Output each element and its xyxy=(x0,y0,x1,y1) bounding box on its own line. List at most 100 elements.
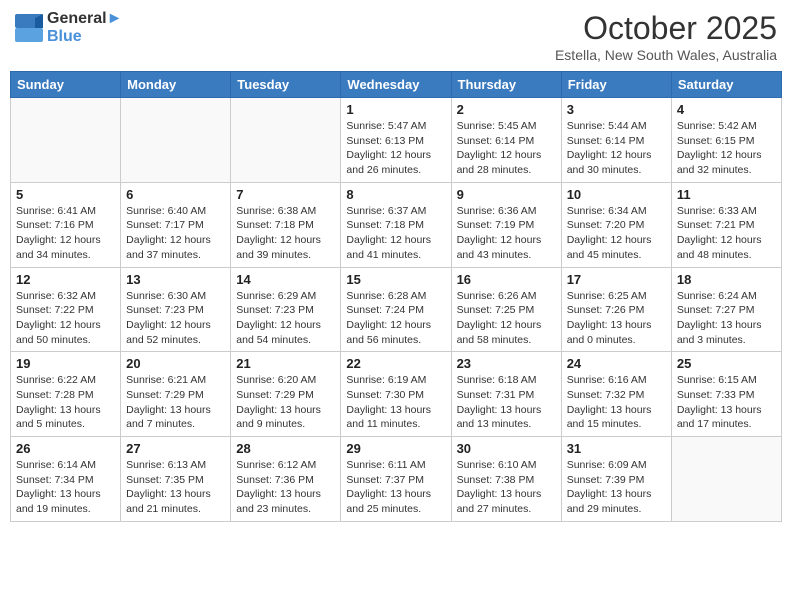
location-subtitle: Estella, New South Wales, Australia xyxy=(555,47,777,63)
calendar-cell: 27Sunrise: 6:13 AM Sunset: 7:35 PM Dayli… xyxy=(121,437,231,522)
day-info: Sunrise: 6:38 AM Sunset: 7:18 PM Dayligh… xyxy=(236,204,335,263)
week-row-3: 12 Sunrise: 6:32 AM Sunset: 7:22 PM Dayli… xyxy=(11,267,782,352)
day-number: 30 xyxy=(457,441,556,456)
day-info: Sunrise: 6:14 AM Sunset: 7:34 PM Dayligh… xyxy=(16,458,115,517)
weekday-header-wednesday: Wednesday xyxy=(341,72,451,98)
calendar-cell: 5 Sunrise: 6:41 AM Sunset: 7:16 PM Daylig… xyxy=(11,182,121,267)
day-number: 18 xyxy=(677,272,776,287)
week-row-4: 19Sunrise: 6:22 AM Sunset: 7:28 PM Dayli… xyxy=(11,352,782,437)
calendar-cell: 26 Sunrise: 6:14 AM Sunset: 7:34 PM Dayli… xyxy=(11,437,121,522)
day-info: Sunrise: 5:47 AM Sunset: 6:13 PM Dayligh… xyxy=(346,119,445,178)
page-header: General► Blue October 2025 Estella, New … xyxy=(10,10,782,63)
calendar-cell: 14Sunrise: 6:29 AM Sunset: 7:23 PM Dayli… xyxy=(231,267,341,352)
day-info: Sunrise: 6:24 AM Sunset: 7:27 PM Dayligh… xyxy=(677,289,776,348)
calendar-cell: 16 Sunrise: 6:26 AM Sunset: 7:25 PM Dayli… xyxy=(451,267,561,352)
day-info: Sunrise: 6:21 AM Sunset: 7:29 PM Dayligh… xyxy=(126,373,225,432)
day-number: 5 xyxy=(16,187,115,202)
day-number: 26 xyxy=(16,441,115,456)
calendar-cell: 4 Sunrise: 5:42 AM Sunset: 6:15 PM Daylig… xyxy=(671,98,781,183)
day-info: Sunrise: 6:10 AM Sunset: 7:38 PM Dayligh… xyxy=(457,458,556,517)
calendar-cell: 30 Sunrise: 6:10 AM Sunset: 7:38 PM Dayli… xyxy=(451,437,561,522)
day-info: Sunrise: 6:18 AM Sunset: 7:31 PM Dayligh… xyxy=(457,373,556,432)
calendar-cell: 13 Sunrise: 6:30 AM Sunset: 7:23 PM Dayli… xyxy=(121,267,231,352)
weekday-header-friday: Friday xyxy=(561,72,671,98)
day-info: Sunrise: 5:42 AM Sunset: 6:15 PM Dayligh… xyxy=(677,119,776,178)
day-number: 25 xyxy=(677,356,776,371)
day-info: Sunrise: 6:33 AM Sunset: 7:21 PM Dayligh… xyxy=(677,204,776,263)
calendar-cell xyxy=(11,98,121,183)
day-number: 19 xyxy=(16,356,115,371)
calendar-cell: 15Sunrise: 6:28 AM Sunset: 7:24 PM Dayli… xyxy=(341,267,451,352)
day-number: 13 xyxy=(126,272,225,287)
day-number: 23 xyxy=(457,356,556,371)
calendar-cell xyxy=(121,98,231,183)
day-number: 17 xyxy=(567,272,666,287)
logo-icon xyxy=(15,14,43,42)
calendar-cell: 28 Sunrise: 6:12 AM Sunset: 7:36 PM Dayli… xyxy=(231,437,341,522)
day-info: Sunrise: 6:13 AM Sunset: 7:35 PM Dayligh… xyxy=(126,458,225,517)
day-number: 1 xyxy=(346,102,445,117)
calendar-cell: 2Sunrise: 5:45 AM Sunset: 6:14 PM Daylig… xyxy=(451,98,561,183)
calendar-table: SundayMondayTuesdayWednesdayThursdayFrid… xyxy=(10,71,782,522)
day-info: Sunrise: 6:19 AM Sunset: 7:30 PM Dayligh… xyxy=(346,373,445,432)
day-number: 29 xyxy=(346,441,445,456)
day-number: 31 xyxy=(567,441,666,456)
calendar-cell: 24 Sunrise: 6:16 AM Sunset: 7:32 PM Dayli… xyxy=(561,352,671,437)
day-number: 4 xyxy=(677,102,776,117)
day-number: 16 xyxy=(457,272,556,287)
logo: General► Blue xyxy=(15,10,122,46)
day-info: Sunrise: 6:20 AM Sunset: 7:29 PM Dayligh… xyxy=(236,373,335,432)
day-info: Sunrise: 6:09 AM Sunset: 7:39 PM Dayligh… xyxy=(567,458,666,517)
calendar-cell: 23 Sunrise: 6:18 AM Sunset: 7:31 PM Dayli… xyxy=(451,352,561,437)
day-number: 8 xyxy=(346,187,445,202)
day-info: Sunrise: 5:44 AM Sunset: 6:14 PM Dayligh… xyxy=(567,119,666,178)
day-info: Sunrise: 6:12 AM Sunset: 7:36 PM Dayligh… xyxy=(236,458,335,517)
day-info: Sunrise: 6:32 AM Sunset: 7:22 PM Dayligh… xyxy=(16,289,115,348)
calendar-cell: 17 Sunrise: 6:25 AM Sunset: 7:26 PM Dayli… xyxy=(561,267,671,352)
day-info: Sunrise: 6:36 AM Sunset: 7:19 PM Dayligh… xyxy=(457,204,556,263)
day-info: Sunrise: 6:41 AM Sunset: 7:16 PM Dayligh… xyxy=(16,204,115,263)
month-title: October 2025 xyxy=(555,10,777,47)
calendar-cell: 9Sunrise: 6:36 AM Sunset: 7:19 PM Daylig… xyxy=(451,182,561,267)
day-number: 3 xyxy=(567,102,666,117)
calendar-cell: 1 Sunrise: 5:47 AM Sunset: 6:13 PM Daylig… xyxy=(341,98,451,183)
day-number: 24 xyxy=(567,356,666,371)
week-row-1: 1 Sunrise: 5:47 AM Sunset: 6:13 PM Daylig… xyxy=(11,98,782,183)
day-number: 20 xyxy=(126,356,225,371)
calendar-cell: 22 Sunrise: 6:19 AM Sunset: 7:30 PM Dayli… xyxy=(341,352,451,437)
day-number: 22 xyxy=(346,356,445,371)
calendar-cell xyxy=(231,98,341,183)
weekday-header-row: SundayMondayTuesdayWednesdayThursdayFrid… xyxy=(11,72,782,98)
calendar-cell: 10Sunrise: 6:34 AM Sunset: 7:20 PM Dayli… xyxy=(561,182,671,267)
week-row-5: 26 Sunrise: 6:14 AM Sunset: 7:34 PM Dayli… xyxy=(11,437,782,522)
day-info: Sunrise: 6:40 AM Sunset: 7:17 PM Dayligh… xyxy=(126,204,225,263)
day-number: 28 xyxy=(236,441,335,456)
day-number: 21 xyxy=(236,356,335,371)
day-info: Sunrise: 6:26 AM Sunset: 7:25 PM Dayligh… xyxy=(457,289,556,348)
week-row-2: 5 Sunrise: 6:41 AM Sunset: 7:16 PM Daylig… xyxy=(11,182,782,267)
day-info: Sunrise: 6:16 AM Sunset: 7:32 PM Dayligh… xyxy=(567,373,666,432)
calendar-cell: 6Sunrise: 6:40 AM Sunset: 7:17 PM Daylig… xyxy=(121,182,231,267)
calendar-cell: 3 Sunrise: 5:44 AM Sunset: 6:14 PM Daylig… xyxy=(561,98,671,183)
day-number: 11 xyxy=(677,187,776,202)
weekday-header-thursday: Thursday xyxy=(451,72,561,98)
day-number: 2 xyxy=(457,102,556,117)
day-info: Sunrise: 6:25 AM Sunset: 7:26 PM Dayligh… xyxy=(567,289,666,348)
day-info: Sunrise: 6:30 AM Sunset: 7:23 PM Dayligh… xyxy=(126,289,225,348)
day-number: 7 xyxy=(236,187,335,202)
calendar-cell: 20 Sunrise: 6:21 AM Sunset: 7:29 PM Dayli… xyxy=(121,352,231,437)
day-info: Sunrise: 6:29 AM Sunset: 7:23 PM Dayligh… xyxy=(236,289,335,348)
calendar-cell: 8 Sunrise: 6:37 AM Sunset: 7:18 PM Daylig… xyxy=(341,182,451,267)
weekday-header-tuesday: Tuesday xyxy=(231,72,341,98)
calendar-cell: 29Sunrise: 6:11 AM Sunset: 7:37 PM Dayli… xyxy=(341,437,451,522)
calendar-cell: 31 Sunrise: 6:09 AM Sunset: 7:39 PM Dayli… xyxy=(561,437,671,522)
logo-text: General► Blue xyxy=(47,10,122,46)
day-info: Sunrise: 6:37 AM Sunset: 7:18 PM Dayligh… xyxy=(346,204,445,263)
weekday-header-saturday: Saturday xyxy=(671,72,781,98)
calendar-cell: 21 Sunrise: 6:20 AM Sunset: 7:29 PM Dayli… xyxy=(231,352,341,437)
day-info: Sunrise: 6:15 AM Sunset: 7:33 PM Dayligh… xyxy=(677,373,776,432)
calendar-cell: 19Sunrise: 6:22 AM Sunset: 7:28 PM Dayli… xyxy=(11,352,121,437)
day-number: 15 xyxy=(346,272,445,287)
weekday-header-sunday: Sunday xyxy=(11,72,121,98)
day-number: 12 xyxy=(16,272,115,287)
